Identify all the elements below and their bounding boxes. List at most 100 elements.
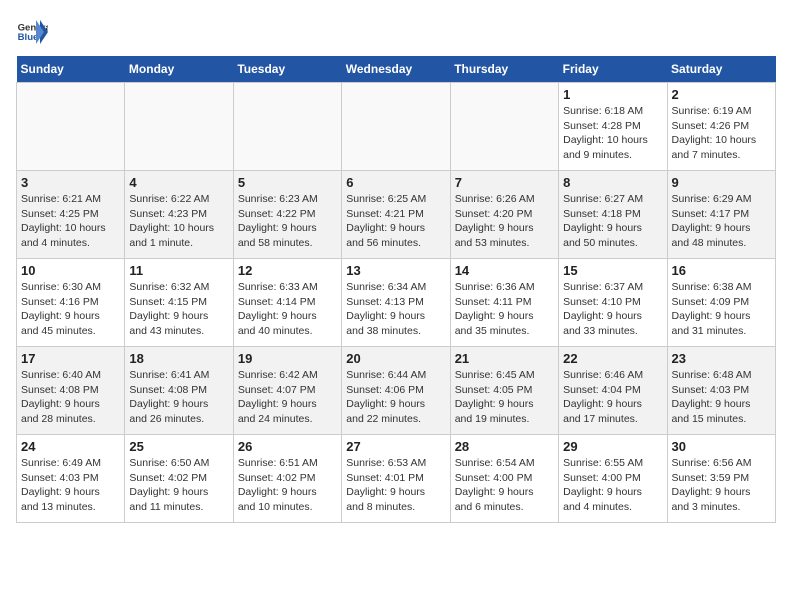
day-number: 12 [238,263,337,278]
calendar-cell: 5 Sunrise: 6:23 AM Sunset: 4:22 PM Daylig… [233,171,341,259]
day-info: Sunrise: 6:30 AM Sunset: 4:16 PM Dayligh… [21,280,120,339]
day-number: 18 [129,351,228,366]
day-number: 6 [346,175,445,190]
day-info: Sunrise: 6:54 AM Sunset: 4:00 PM Dayligh… [455,456,554,515]
day-header-wednesday: Wednesday [342,56,450,83]
svg-text:Blue: Blue [18,32,39,43]
day-info: Sunrise: 6:33 AM Sunset: 4:14 PM Dayligh… [238,280,337,339]
calendar-cell: 7 Sunrise: 6:26 AM Sunset: 4:20 PM Daylig… [450,171,558,259]
day-info: Sunrise: 6:46 AM Sunset: 4:04 PM Dayligh… [563,368,662,427]
calendar-cell: 28 Sunrise: 6:54 AM Sunset: 4:00 PM Dayli… [450,435,558,523]
day-info: Sunrise: 6:40 AM Sunset: 4:08 PM Dayligh… [21,368,120,427]
calendar-cell: 26Sunrise: 6:51 AM Sunset: 4:02 PM Dayli… [233,435,341,523]
day-number: 2 [672,87,771,102]
day-info: Sunrise: 6:25 AM Sunset: 4:21 PM Dayligh… [346,192,445,251]
page-header: General Blue [16,16,776,48]
day-info: Sunrise: 6:21 AM Sunset: 4:25 PM Dayligh… [21,192,120,251]
day-number: 22 [563,351,662,366]
day-number: 5 [238,175,337,190]
day-info: Sunrise: 6:26 AM Sunset: 4:20 PM Dayligh… [455,192,554,251]
day-number: 24 [21,439,120,454]
calendar-cell: 16 Sunrise: 6:38 AM Sunset: 4:09 PM Dayli… [667,259,775,347]
calendar-cell: 9 Sunrise: 6:29 AM Sunset: 4:17 PM Daylig… [667,171,775,259]
calendar-cell: 1 Sunrise: 6:18 AM Sunset: 4:28 PM Daylig… [559,83,667,171]
calendar-cell: 24Sunrise: 6:49 AM Sunset: 4:03 PM Dayli… [17,435,125,523]
calendar-cell: 10Sunrise: 6:30 AM Sunset: 4:16 PM Dayli… [17,259,125,347]
day-info: Sunrise: 6:23 AM Sunset: 4:22 PM Dayligh… [238,192,337,251]
day-info: Sunrise: 6:41 AM Sunset: 4:08 PM Dayligh… [129,368,228,427]
day-number: 9 [672,175,771,190]
day-number: 17 [21,351,120,366]
day-info: Sunrise: 6:42 AM Sunset: 4:07 PM Dayligh… [238,368,337,427]
calendar-week-row: 1 Sunrise: 6:18 AM Sunset: 4:28 PM Daylig… [17,83,776,171]
calendar-cell: 27Sunrise: 6:53 AM Sunset: 4:01 PM Dayli… [342,435,450,523]
calendar-cell: 11 Sunrise: 6:32 AM Sunset: 4:15 PM Dayli… [125,259,233,347]
calendar-cell: 13Sunrise: 6:34 AM Sunset: 4:13 PM Dayli… [342,259,450,347]
day-info: Sunrise: 6:36 AM Sunset: 4:11 PM Dayligh… [455,280,554,339]
day-info: Sunrise: 6:50 AM Sunset: 4:02 PM Dayligh… [129,456,228,515]
logo-icon: General Blue [16,16,48,48]
day-number: 3 [21,175,120,190]
calendar-cell: 30 Sunrise: 6:56 AM Sunset: 3:59 PM Dayli… [667,435,775,523]
calendar-cell [125,83,233,171]
calendar-cell: 29 Sunrise: 6:55 AM Sunset: 4:00 PM Dayli… [559,435,667,523]
day-info: Sunrise: 6:37 AM Sunset: 4:10 PM Dayligh… [563,280,662,339]
calendar-header-row: SundayMondayTuesdayWednesdayThursdayFrid… [17,56,776,83]
calendar-cell: 3 Sunrise: 6:21 AM Sunset: 4:25 PM Daylig… [17,171,125,259]
day-number: 11 [129,263,228,278]
calendar-cell: 18 Sunrise: 6:41 AM Sunset: 4:08 PM Dayli… [125,347,233,435]
day-number: 7 [455,175,554,190]
calendar-cell: 17 Sunrise: 6:40 AM Sunset: 4:08 PM Dayli… [17,347,125,435]
calendar-cell: 14Sunrise: 6:36 AM Sunset: 4:11 PM Dayli… [450,259,558,347]
calendar-cell: 25 Sunrise: 6:50 AM Sunset: 4:02 PM Dayli… [125,435,233,523]
day-info: Sunrise: 6:38 AM Sunset: 4:09 PM Dayligh… [672,280,771,339]
day-header-tuesday: Tuesday [233,56,341,83]
day-info: Sunrise: 6:32 AM Sunset: 4:15 PM Dayligh… [129,280,228,339]
day-number: 4 [129,175,228,190]
day-number: 8 [563,175,662,190]
day-number: 13 [346,263,445,278]
calendar-cell: 12 Sunrise: 6:33 AM Sunset: 4:14 PM Dayli… [233,259,341,347]
day-header-saturday: Saturday [667,56,775,83]
day-number: 19 [238,351,337,366]
calendar-cell: 19 Sunrise: 6:42 AM Sunset: 4:07 PM Dayli… [233,347,341,435]
calendar-week-row: 24Sunrise: 6:49 AM Sunset: 4:03 PM Dayli… [17,435,776,523]
calendar-cell: 6 Sunrise: 6:25 AM Sunset: 4:21 PM Daylig… [342,171,450,259]
day-number: 21 [455,351,554,366]
calendar-week-row: 10Sunrise: 6:30 AM Sunset: 4:16 PM Dayli… [17,259,776,347]
day-info: Sunrise: 6:27 AM Sunset: 4:18 PM Dayligh… [563,192,662,251]
day-number: 23 [672,351,771,366]
day-number: 20 [346,351,445,366]
calendar-table: SundayMondayTuesdayWednesdayThursdayFrid… [16,56,776,523]
day-number: 26 [238,439,337,454]
calendar-cell: 8 Sunrise: 6:27 AM Sunset: 4:18 PM Daylig… [559,171,667,259]
day-info: Sunrise: 6:48 AM Sunset: 4:03 PM Dayligh… [672,368,771,427]
day-number: 15 [563,263,662,278]
day-number: 28 [455,439,554,454]
day-info: Sunrise: 6:44 AM Sunset: 4:06 PM Dayligh… [346,368,445,427]
day-info: Sunrise: 6:29 AM Sunset: 4:17 PM Dayligh… [672,192,771,251]
calendar-cell: 22 Sunrise: 6:46 AM Sunset: 4:04 PM Dayli… [559,347,667,435]
day-info: Sunrise: 6:55 AM Sunset: 4:00 PM Dayligh… [563,456,662,515]
day-info: Sunrise: 6:19 AM Sunset: 4:26 PM Dayligh… [672,104,771,163]
day-number: 25 [129,439,228,454]
day-number: 29 [563,439,662,454]
day-header-thursday: Thursday [450,56,558,83]
calendar-cell [17,83,125,171]
day-info: Sunrise: 6:56 AM Sunset: 3:59 PM Dayligh… [672,456,771,515]
day-number: 16 [672,263,771,278]
day-number: 27 [346,439,445,454]
day-header-sunday: Sunday [17,56,125,83]
calendar-cell: 4 Sunrise: 6:22 AM Sunset: 4:23 PM Daylig… [125,171,233,259]
calendar-cell: 15 Sunrise: 6:37 AM Sunset: 4:10 PM Dayli… [559,259,667,347]
day-number: 30 [672,439,771,454]
day-number: 1 [563,87,662,102]
day-info: Sunrise: 6:45 AM Sunset: 4:05 PM Dayligh… [455,368,554,427]
day-info: Sunrise: 6:18 AM Sunset: 4:28 PM Dayligh… [563,104,662,163]
calendar-cell [450,83,558,171]
calendar-cell: 20 Sunrise: 6:44 AM Sunset: 4:06 PM Dayli… [342,347,450,435]
day-info: Sunrise: 6:22 AM Sunset: 4:23 PM Dayligh… [129,192,228,251]
calendar-cell [233,83,341,171]
day-header-friday: Friday [559,56,667,83]
calendar-cell: 2 Sunrise: 6:19 AM Sunset: 4:26 PM Daylig… [667,83,775,171]
